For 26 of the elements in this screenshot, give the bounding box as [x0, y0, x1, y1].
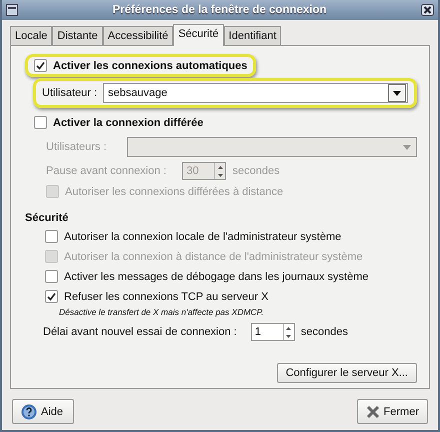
- tab[interactable]: Identifiant: [224, 26, 282, 45]
- checkbox-label: Autoriser la connexion à distance de l'administrateur système: [64, 250, 363, 262]
- help-button[interactable]: Aide: [12, 399, 74, 424]
- checkbox-label: Activer la connexion différée: [53, 116, 204, 128]
- checkbox-label: Refuser les connexions TCP au serveur X: [64, 290, 268, 302]
- tab[interactable]: Accessibilité: [102, 26, 174, 45]
- checkbox-label: Autoriser les connexions différées à distance: [65, 186, 284, 198]
- configure-button[interactable]: Configurer le serveur X...: [276, 363, 417, 383]
- tab[interactable]: Sécurité: [173, 24, 224, 46]
- window-title: Préférences de la fenêtre de connexion: [111, 4, 328, 16]
- tab[interactable]: Locale: [10, 26, 52, 45]
- checkbox-label: Activer les messages de débogage dans les journaux système: [64, 270, 369, 282]
- spin-field[interactable]: 1: [250, 323, 295, 341]
- hint-text: Désactive le transfert de X mais n'affecte pas XDMCP.: [59, 307, 265, 317]
- checkbox-label: Autoriser la connexion locale de l'administrateur système: [64, 230, 342, 242]
- field-label: Pause avant connexion :: [46, 165, 166, 177]
- unit-label: secondes: [232, 165, 280, 177]
- close-button[interactable]: Fermer: [356, 399, 428, 424]
- section-title: Sécurité: [25, 212, 68, 224]
- tab[interactable]: Distante: [52, 26, 103, 45]
- checkbox-label: Activer les connexions automatiques: [53, 60, 248, 72]
- field-label: Utilisateur :: [42, 87, 98, 99]
- field-label: Utilisateurs :: [46, 141, 108, 153]
- field-label: Délai avant nouvel essai de connexion :: [43, 326, 237, 338]
- user-combo-field[interactable]: sebsauvage: [103, 83, 408, 103]
- unit-label: secondes: [300, 326, 348, 338]
